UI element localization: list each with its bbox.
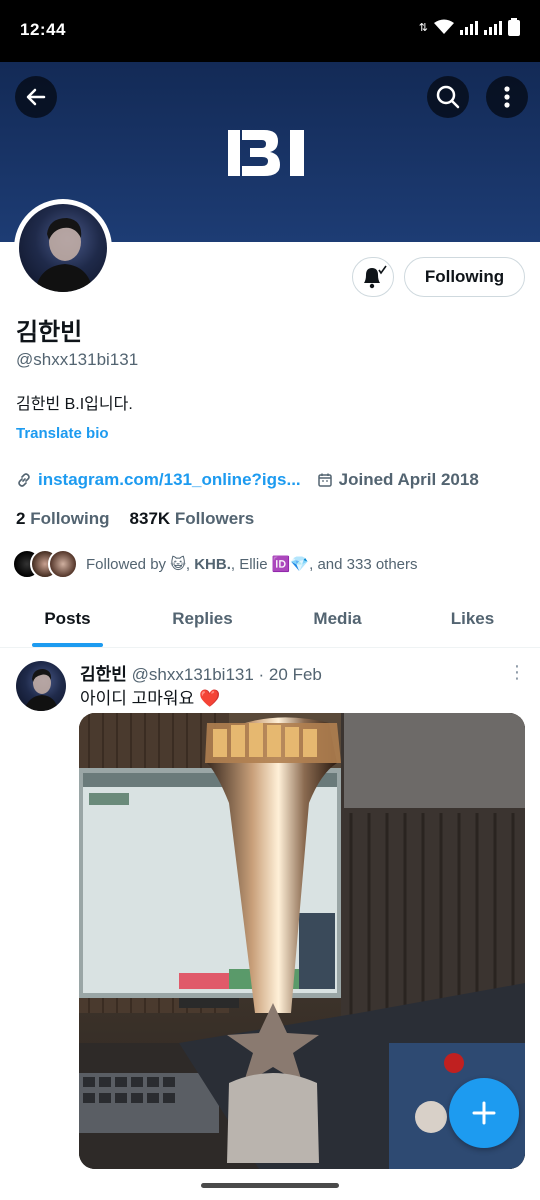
plus-icon: [472, 1101, 496, 1125]
compose-post-button[interactable]: [449, 1078, 519, 1148]
link-icon: [18, 473, 30, 487]
profile-tabs: Posts Replies Media Likes: [0, 590, 540, 648]
joined-date: Joined April 2018: [338, 470, 479, 489]
tweet-handle-time: @shxx131bi131 · 20 Feb: [131, 665, 322, 684]
tweet-header: 김한빈 @shxx131bi131 · 20 Feb: [80, 660, 322, 685]
followed-by-emoji1: 😺: [170, 556, 186, 573]
wifi-icon: [434, 19, 454, 34]
tab-likes[interactable]: Likes: [405, 590, 540, 647]
tweet-text: 아이디 고마워요 ❤️: [80, 684, 220, 709]
following-button[interactable]: Following: [404, 257, 525, 297]
follower-avatar-3: [48, 549, 78, 579]
profile-bio: 김한빈 B.I입니다.: [16, 396, 133, 413]
profile-handle: @shxx131bi131: [16, 350, 139, 369]
tab-media[interactable]: Media: [270, 590, 405, 647]
followers-label: Followers: [174, 509, 255, 528]
bi-logo: [228, 130, 304, 176]
signal-icon-2: [484, 19, 502, 35]
tab-posts[interactable]: Posts: [0, 590, 135, 647]
following-count-link[interactable]: 2 Following: [16, 509, 110, 529]
data-arrows-icon: ⇅: [418, 21, 428, 34]
following-label: Following: [30, 509, 110, 528]
profile-link[interactable]: instagram.com/131_online?igs...: [38, 470, 301, 490]
followed-by-row[interactable]: Followed by 😺, KHB., Ellie 🆔💎, and 333 o…: [12, 549, 418, 579]
notification-bell-button[interactable]: [352, 257, 394, 297]
followed-by-text: Followed by 😺, KHB., Ellie 🆔💎, and 333 o…: [86, 556, 418, 573]
translate-bio-link[interactable]: Translate bio: [16, 425, 109, 442]
battery-icon: [508, 18, 520, 36]
status-time: 12:44: [20, 20, 66, 39]
followers-count-link[interactable]: 837K Followers: [130, 509, 255, 529]
back-button[interactable]: [15, 76, 57, 118]
tab-replies[interactable]: Replies: [135, 590, 270, 647]
home-gesture-handle[interactable]: [201, 1183, 339, 1188]
followed-by-name2: Ellie: [239, 556, 268, 573]
calendar-icon: [317, 473, 332, 487]
arrow-left-icon: [26, 88, 46, 106]
tweet-text-body: 아이디 고마워요: [80, 689, 199, 708]
status-bar: 12:44 ⇅: [0, 0, 540, 62]
avatar-photo: [19, 204, 107, 292]
followed-by-suffix: , and 333 others: [309, 556, 418, 573]
tweet-more-button[interactable]: ⋮: [508, 662, 526, 683]
profile-avatar[interactable]: [14, 199, 112, 297]
follow-counts: 2 Following 837K Followers: [16, 509, 254, 529]
profile-meta: instagram.com/131_online?igs... Joined A…: [16, 470, 479, 490]
tweet-avatar[interactable]: [16, 661, 66, 711]
followed-by-prefix: Followed by: [86, 556, 171, 573]
bell-check-icon: [364, 265, 387, 289]
tweet-author-name[interactable]: 김한빈: [80, 665, 127, 684]
status-icons: ⇅: [419, 18, 520, 36]
search-icon: [436, 85, 460, 109]
profile-name: 김한빈: [16, 319, 83, 346]
heart-emoji: ❤️: [198, 689, 221, 708]
followed-by-name1: KHB.: [194, 556, 231, 573]
following-count: 2: [16, 509, 26, 528]
more-options-button[interactable]: [486, 76, 528, 118]
followed-by-emoji2: 🆔💎: [271, 556, 310, 573]
system-nav-bar: [0, 1169, 540, 1200]
search-button[interactable]: [427, 76, 469, 118]
more-vertical-icon: [504, 86, 510, 108]
signal-icon: [460, 19, 478, 35]
followers-count: 837K: [129, 509, 171, 528]
